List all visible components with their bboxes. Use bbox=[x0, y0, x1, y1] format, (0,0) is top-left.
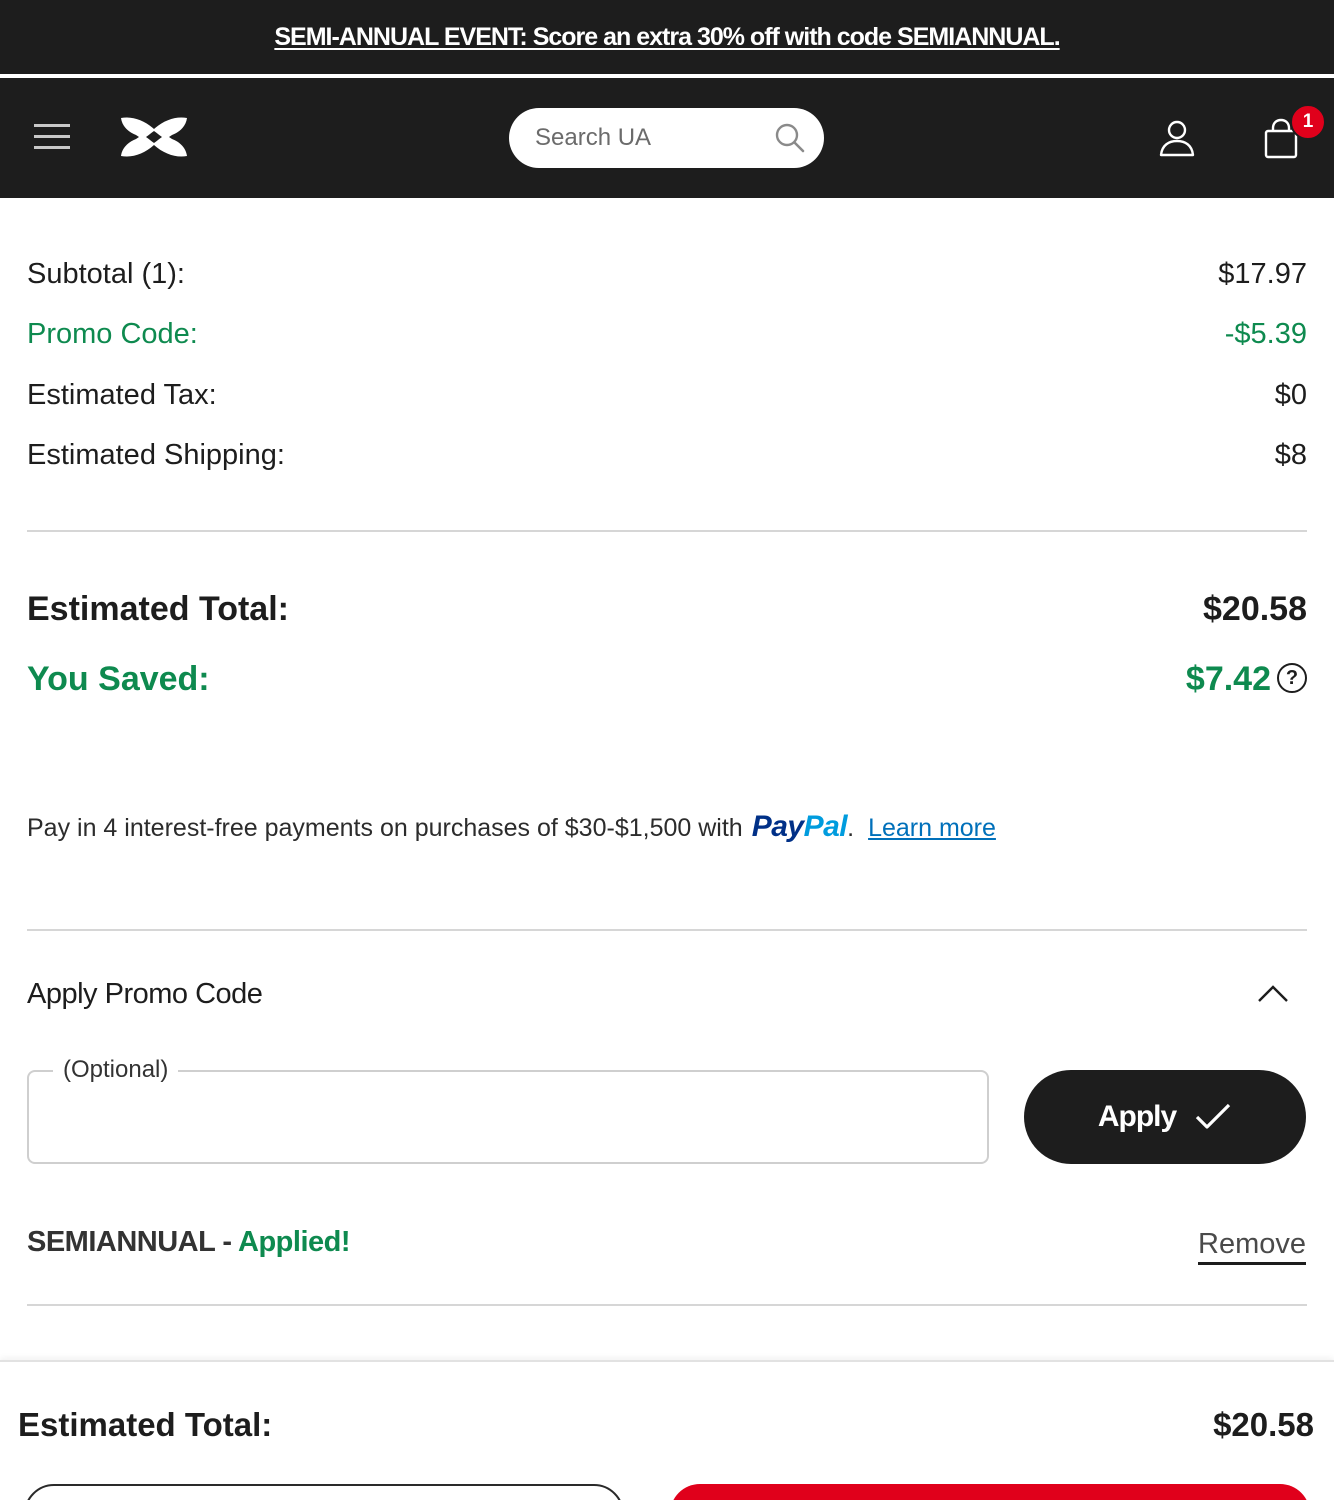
sticky-total-label: Estimated Total: bbox=[18, 1406, 273, 1443]
promo-code-row: Promo Code: -$5.39 bbox=[27, 318, 1307, 351]
estimated-total-value: $20.58 bbox=[1203, 590, 1307, 628]
subtotal-label: Subtotal (1): bbox=[27, 258, 185, 290]
promo-code-value: -$5.39 bbox=[1224, 318, 1307, 350]
promo-banner-link[interactable]: SEMI-ANNUAL EVENT: Score an extra 30% of… bbox=[274, 23, 1060, 52]
site-header bbox=[0, 78, 1334, 198]
paypal-checkout-button[interactable] bbox=[24, 1484, 624, 1500]
checkmark-icon bbox=[1196, 1103, 1231, 1129]
hamburger-menu-icon[interactable] bbox=[34, 124, 70, 152]
remove-promo-link[interactable]: Remove bbox=[1198, 1226, 1306, 1265]
promo-code-field-label: (Optional) bbox=[53, 1056, 179, 1084]
tax-value: $0 bbox=[1274, 379, 1307, 411]
promo-section-divider-top bbox=[27, 929, 1307, 931]
learn-more-link[interactable]: Learn more bbox=[868, 814, 996, 843]
paypal-logo-pay: Pay bbox=[751, 810, 804, 843]
estimated-total-label: Estimated Total: bbox=[27, 590, 289, 628]
sticky-estimated-total-row: Estimated Total: $20.58 bbox=[18, 1406, 1314, 1444]
applied-promo-status: SEMIANNUAL - Applied! bbox=[27, 1226, 351, 1259]
paypal-message-text: Pay in 4 interest-free payments on purch… bbox=[27, 814, 743, 842]
sticky-total-value: $20.58 bbox=[1213, 1406, 1314, 1443]
you-saved-label: You Saved: bbox=[27, 660, 210, 698]
subtotal-value: $17.97 bbox=[1218, 258, 1307, 290]
search-input[interactable] bbox=[535, 124, 765, 152]
promo-code-input[interactable]: (Optional) bbox=[27, 1056, 989, 1164]
shipping-label: Estimated Shipping: bbox=[27, 439, 285, 471]
sticky-checkout-footer: Estimated Total: $20.58 bbox=[0, 1360, 1334, 1500]
chevron-up-icon[interactable] bbox=[1257, 984, 1289, 1004]
paypal-pay-in-4-message: Pay in 4 interest-free payments on purch… bbox=[27, 810, 996, 844]
paypal-period: . bbox=[847, 814, 855, 842]
help-icon[interactable]: ? bbox=[1277, 663, 1307, 694]
subtotal-row: Subtotal (1): $17.97 bbox=[27, 258, 1307, 291]
applied-separator: - bbox=[214, 1226, 239, 1258]
under-armour-logo[interactable] bbox=[118, 114, 190, 160]
applied-promo-code: SEMIANNUAL bbox=[27, 1226, 215, 1258]
promo-banner: SEMI-ANNUAL EVENT: Score an extra 30% of… bbox=[0, 0, 1334, 76]
paypal-logo: PayPal bbox=[751, 810, 848, 844]
apply-promo-button[interactable]: Apply bbox=[1024, 1070, 1306, 1164]
promo-code-label: Promo Code: bbox=[27, 318, 198, 350]
apply-button-label: Apply bbox=[1097, 1100, 1177, 1133]
bag-count-badge: 1 bbox=[1290, 104, 1326, 140]
promo-section-divider-bottom bbox=[27, 1304, 1307, 1306]
paypal-logo-pal: Pal bbox=[803, 810, 848, 843]
applied-status-text: Applied! bbox=[238, 1226, 351, 1258]
apply-promo-code-title: Apply Promo Code bbox=[27, 977, 263, 1010]
you-saved-value: $7.42 bbox=[1185, 660, 1271, 698]
estimated-total-row: Estimated Total: $20.58 bbox=[27, 590, 1307, 629]
search-icon[interactable] bbox=[774, 122, 806, 154]
apply-promo-code-toggle[interactable]: Apply Promo Code bbox=[27, 972, 1307, 1016]
checkout-button[interactable] bbox=[670, 1484, 1310, 1500]
tax-label: Estimated Tax: bbox=[27, 379, 217, 411]
user-icon[interactable] bbox=[1157, 118, 1197, 158]
search-box[interactable] bbox=[509, 108, 824, 168]
shipping-row: Estimated Shipping: $8 bbox=[27, 439, 1307, 472]
summary-divider bbox=[27, 530, 1307, 532]
you-saved-row: You Saved: $7.42? bbox=[27, 660, 1307, 699]
tax-row: Estimated Tax: $0 bbox=[27, 379, 1307, 412]
shipping-value: $8 bbox=[1274, 439, 1307, 471]
you-saved-value-wrap: $7.42? bbox=[1186, 660, 1307, 699]
